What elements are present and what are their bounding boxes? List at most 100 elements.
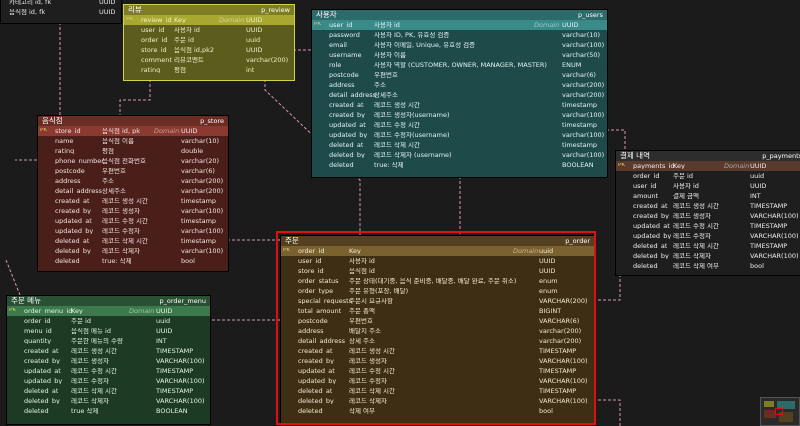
column-row[interactable]: order_id 주문 id uuid bbox=[616, 171, 800, 181]
table-review[interactable]: 리뷰 p_review PK review_id Key Domain UUID user_i… bbox=[123, 4, 295, 81]
column-logical: 우편번호 bbox=[374, 71, 398, 78]
table-header[interactable]: 음식점 p_store bbox=[38, 116, 228, 126]
table-order-menu[interactable]: 주문 메뉴 p_order_menu PK order_menu_id Key Domai… bbox=[6, 295, 211, 425]
column-row[interactable]: store_id 음식점 id,pk2 UUID bbox=[124, 45, 294, 55]
column-row[interactable]: created_by 레코드 생성자 VARCHAR(100) bbox=[616, 211, 800, 221]
column-row[interactable]: deleted_by 레코드 삭제자 VARCHAR(100) bbox=[7, 396, 210, 406]
table-header[interactable]: 주문 메뉴 p_order_menu bbox=[7, 296, 210, 306]
column-row[interactable]: created_at 레코드 생성 시간 timestamp bbox=[38, 196, 228, 206]
column-logical: 레코드 삭제 여부 bbox=[673, 262, 719, 269]
column-name: address bbox=[329, 81, 355, 88]
column-logical: 상세주소 bbox=[102, 187, 126, 194]
column-row[interactable]: created_by 레코드 생성자 VARCHAR(100) bbox=[7, 356, 210, 366]
column-row[interactable]: updated_by 레코드 수정자(username) varchar(100) bbox=[312, 130, 607, 140]
column-row[interactable]: updated_at 레코드 수정 시간 TIMESTAMP bbox=[616, 221, 800, 231]
column-row[interactable]: updated_at 레코드 수정 시간 timestamp bbox=[312, 120, 607, 130]
column-row[interactable]: phone_number 음식점 전화번호 varchar(20) bbox=[38, 156, 228, 166]
column-row[interactable]: username 사용자 이름 varchar(50) bbox=[312, 50, 607, 60]
table-header[interactable]: 결제 내역 p_payments bbox=[616, 151, 800, 161]
column-row[interactable]: address 주소 varchar(200) bbox=[38, 176, 228, 186]
column-name: created_at bbox=[633, 202, 668, 209]
table-payments[interactable]: 결제 내역 p_payments PK payments_id Key Domain UUI… bbox=[615, 150, 800, 276]
column-name: rating bbox=[141, 66, 161, 73]
column-header-row[interactable]: PK order_menu_id Key Domain UUID bbox=[7, 306, 210, 316]
column-row[interactable]: deleted_at 레코드 삭제 시간 timestamp bbox=[312, 140, 607, 150]
column-row[interactable]: quantity 주문한 메뉴의 수량 INT bbox=[7, 336, 210, 346]
column-row[interactable]: deleted 레코드 삭제 여부 bool bbox=[616, 261, 800, 271]
column-logical: 레코드 생성자 bbox=[102, 207, 140, 214]
column-row[interactable]: detail_address 상세주소 varchar(200) bbox=[38, 186, 228, 196]
column-logical: true: 삭제 bbox=[374, 161, 404, 168]
column-header-row[interactable]: PK store_id 음식점 id, pk Domain UUID bbox=[38, 126, 228, 136]
column-type: BOOLEAN bbox=[562, 161, 594, 168]
column-name: postcode bbox=[55, 167, 85, 174]
column-row[interactable]: updated_at 레코드 수정 시간 TIMESTAMP bbox=[7, 366, 210, 376]
column-row[interactable]: deleted_by 레코드 삭제자 VARCHAR(100) bbox=[616, 251, 800, 261]
column-name: user_id bbox=[329, 21, 353, 28]
column-row[interactable]: comment 리뷰코멘트 varchar(200) bbox=[124, 55, 294, 65]
column-logical: 레코드 삭제자 (username) bbox=[374, 151, 452, 158]
column-row[interactable]: deleted_at 레코드 삭제 시간 TIMESTAMP bbox=[7, 386, 210, 396]
column-type: varchar(200) bbox=[181, 177, 224, 184]
column-logical: 음식점 메뉴 id bbox=[71, 327, 111, 334]
column-row[interactable]: 음식점 id, fk UUID bbox=[1, 7, 121, 17]
column-header-row[interactable]: PK review_id Key Domain UUID bbox=[124, 15, 294, 25]
column-type: TIMESTAMP bbox=[156, 387, 194, 394]
column-header-row[interactable]: PK user_id 사용자 id Domain UUID bbox=[312, 20, 607, 30]
column-row[interactable]: updated_by 레코드 수정자 VARCHAR(100) bbox=[616, 231, 800, 241]
column-row[interactable]: updated_at 레코드 수정 시간 timestamp bbox=[38, 216, 228, 226]
column-row[interactable]: rating 평점 double bbox=[38, 146, 228, 156]
column-logical: Key bbox=[71, 307, 83, 314]
column-row[interactable]: email 사용자 이메일, Unique, 유효성 검증 varchar(100) bbox=[312, 40, 607, 50]
column-logical: 레코드 생성자(username) bbox=[374, 111, 450, 118]
column-row[interactable]: deleted true 삭제 BOOLEAN bbox=[7, 406, 210, 416]
column-row[interactable]: updated_by 레코드 수정자 varchar(100) bbox=[38, 226, 228, 236]
column-row[interactable]: created_by 레코드 생성자(username) varchar(100) bbox=[312, 110, 607, 120]
column-row[interactable]: postcode 우편번호 varchar(6) bbox=[38, 166, 228, 176]
column-row[interactable]: deleted_by 레코드 삭제자 (username) varchar(100) bbox=[312, 150, 607, 160]
column-row[interactable]: detail_address 상세주소 varchar(200) bbox=[312, 90, 607, 100]
column-row[interactable]: deleted_by 레코드 삭제자 varchar(100) bbox=[38, 246, 228, 256]
column-row[interactable]: order_id 주문 id uuid bbox=[124, 35, 294, 45]
column-name: deleted_by bbox=[24, 397, 60, 404]
table-store[interactable]: 음식점 p_store PK store_id 음식점 id, pk Domain UUID… bbox=[37, 115, 229, 272]
column-name: order_id bbox=[24, 317, 51, 324]
column-row[interactable]: 카테고리 id, fk UUID bbox=[1, 0, 121, 7]
column-logical: true 삭제 bbox=[71, 407, 99, 414]
column-type: varchar(100) bbox=[562, 41, 605, 48]
column-type: UUID bbox=[99, 8, 116, 15]
column-row[interactable]: rating 평점 int bbox=[124, 65, 294, 75]
column-row[interactable]: postcode 우편번호 varchar(6) bbox=[312, 70, 607, 80]
diagram-minimap[interactable] bbox=[760, 397, 800, 426]
column-row[interactable]: address 주소 varchar(200) bbox=[312, 80, 607, 90]
table-users[interactable]: 사용자 p_users PK user_id 사용자 id Domain UUID passw… bbox=[311, 9, 608, 178]
column-row[interactable]: user_id 사용자 id UUID bbox=[616, 181, 800, 191]
column-row[interactable]: user_id 사용자 id UUID bbox=[124, 25, 294, 35]
table-category-store[interactable]: 카테고리 id, fk UUID 음식점 id, fk UUID bbox=[0, 0, 122, 24]
column-logical: 주문한 메뉴의 수량 bbox=[71, 337, 123, 344]
column-row[interactable]: menu_id 음식점 메뉴 id UUID bbox=[7, 326, 210, 336]
column-row[interactable]: role 사용자 역할 (CUSTOMER, OWNER, MANAGER, MA… bbox=[312, 60, 607, 70]
column-header-row[interactable]: PK payments_id Key Domain UUID bbox=[616, 161, 800, 171]
column-row[interactable]: updated_by 레코드 수정자 VARCHAR(100) bbox=[7, 376, 210, 386]
column-row[interactable]: deleted_at 레코드 삭제 시간 TIMESTAMP bbox=[616, 241, 800, 251]
table-header[interactable]: 사용자 p_users bbox=[312, 10, 607, 20]
column-row[interactable]: name 음식점 이름 varchar(10) bbox=[38, 136, 228, 146]
column-row[interactable]: deleted_at 레코드 삭제 시간 timestamp bbox=[38, 236, 228, 246]
column-row[interactable]: deleted true: 삭제 BOOLEAN bbox=[312, 160, 607, 170]
column-type: TIMESTAMP bbox=[750, 242, 788, 249]
column-row[interactable]: created_by 레코드 생성자 varchar(100) bbox=[38, 206, 228, 216]
column-row[interactable]: created_at 레코드 생성 시간 timestamp bbox=[312, 100, 607, 110]
column-row[interactable]: created_at 레코드 생성 시간 TIMESTAMP bbox=[616, 201, 800, 211]
column-name: deleted_at bbox=[24, 387, 59, 394]
column-row[interactable]: created_at 레코드 생성 시간 TIMESTAMP bbox=[7, 346, 210, 356]
column-row[interactable]: order_id 주문 id uuid bbox=[7, 316, 210, 326]
column-name: created_by bbox=[24, 357, 60, 364]
column-name: deleted bbox=[55, 257, 80, 264]
column-row[interactable]: amount 결제 금액 INT bbox=[616, 191, 800, 201]
column-logical: 상세주소 bbox=[374, 91, 398, 98]
column-row[interactable]: deleted true: 삭제 bool bbox=[38, 256, 228, 266]
column-row[interactable]: password 사용자 ID, PK, 유효성 검증 varchar(10) bbox=[312, 30, 607, 40]
column-name: postcode bbox=[329, 71, 359, 78]
table-header[interactable]: 리뷰 p_review bbox=[124, 5, 294, 15]
